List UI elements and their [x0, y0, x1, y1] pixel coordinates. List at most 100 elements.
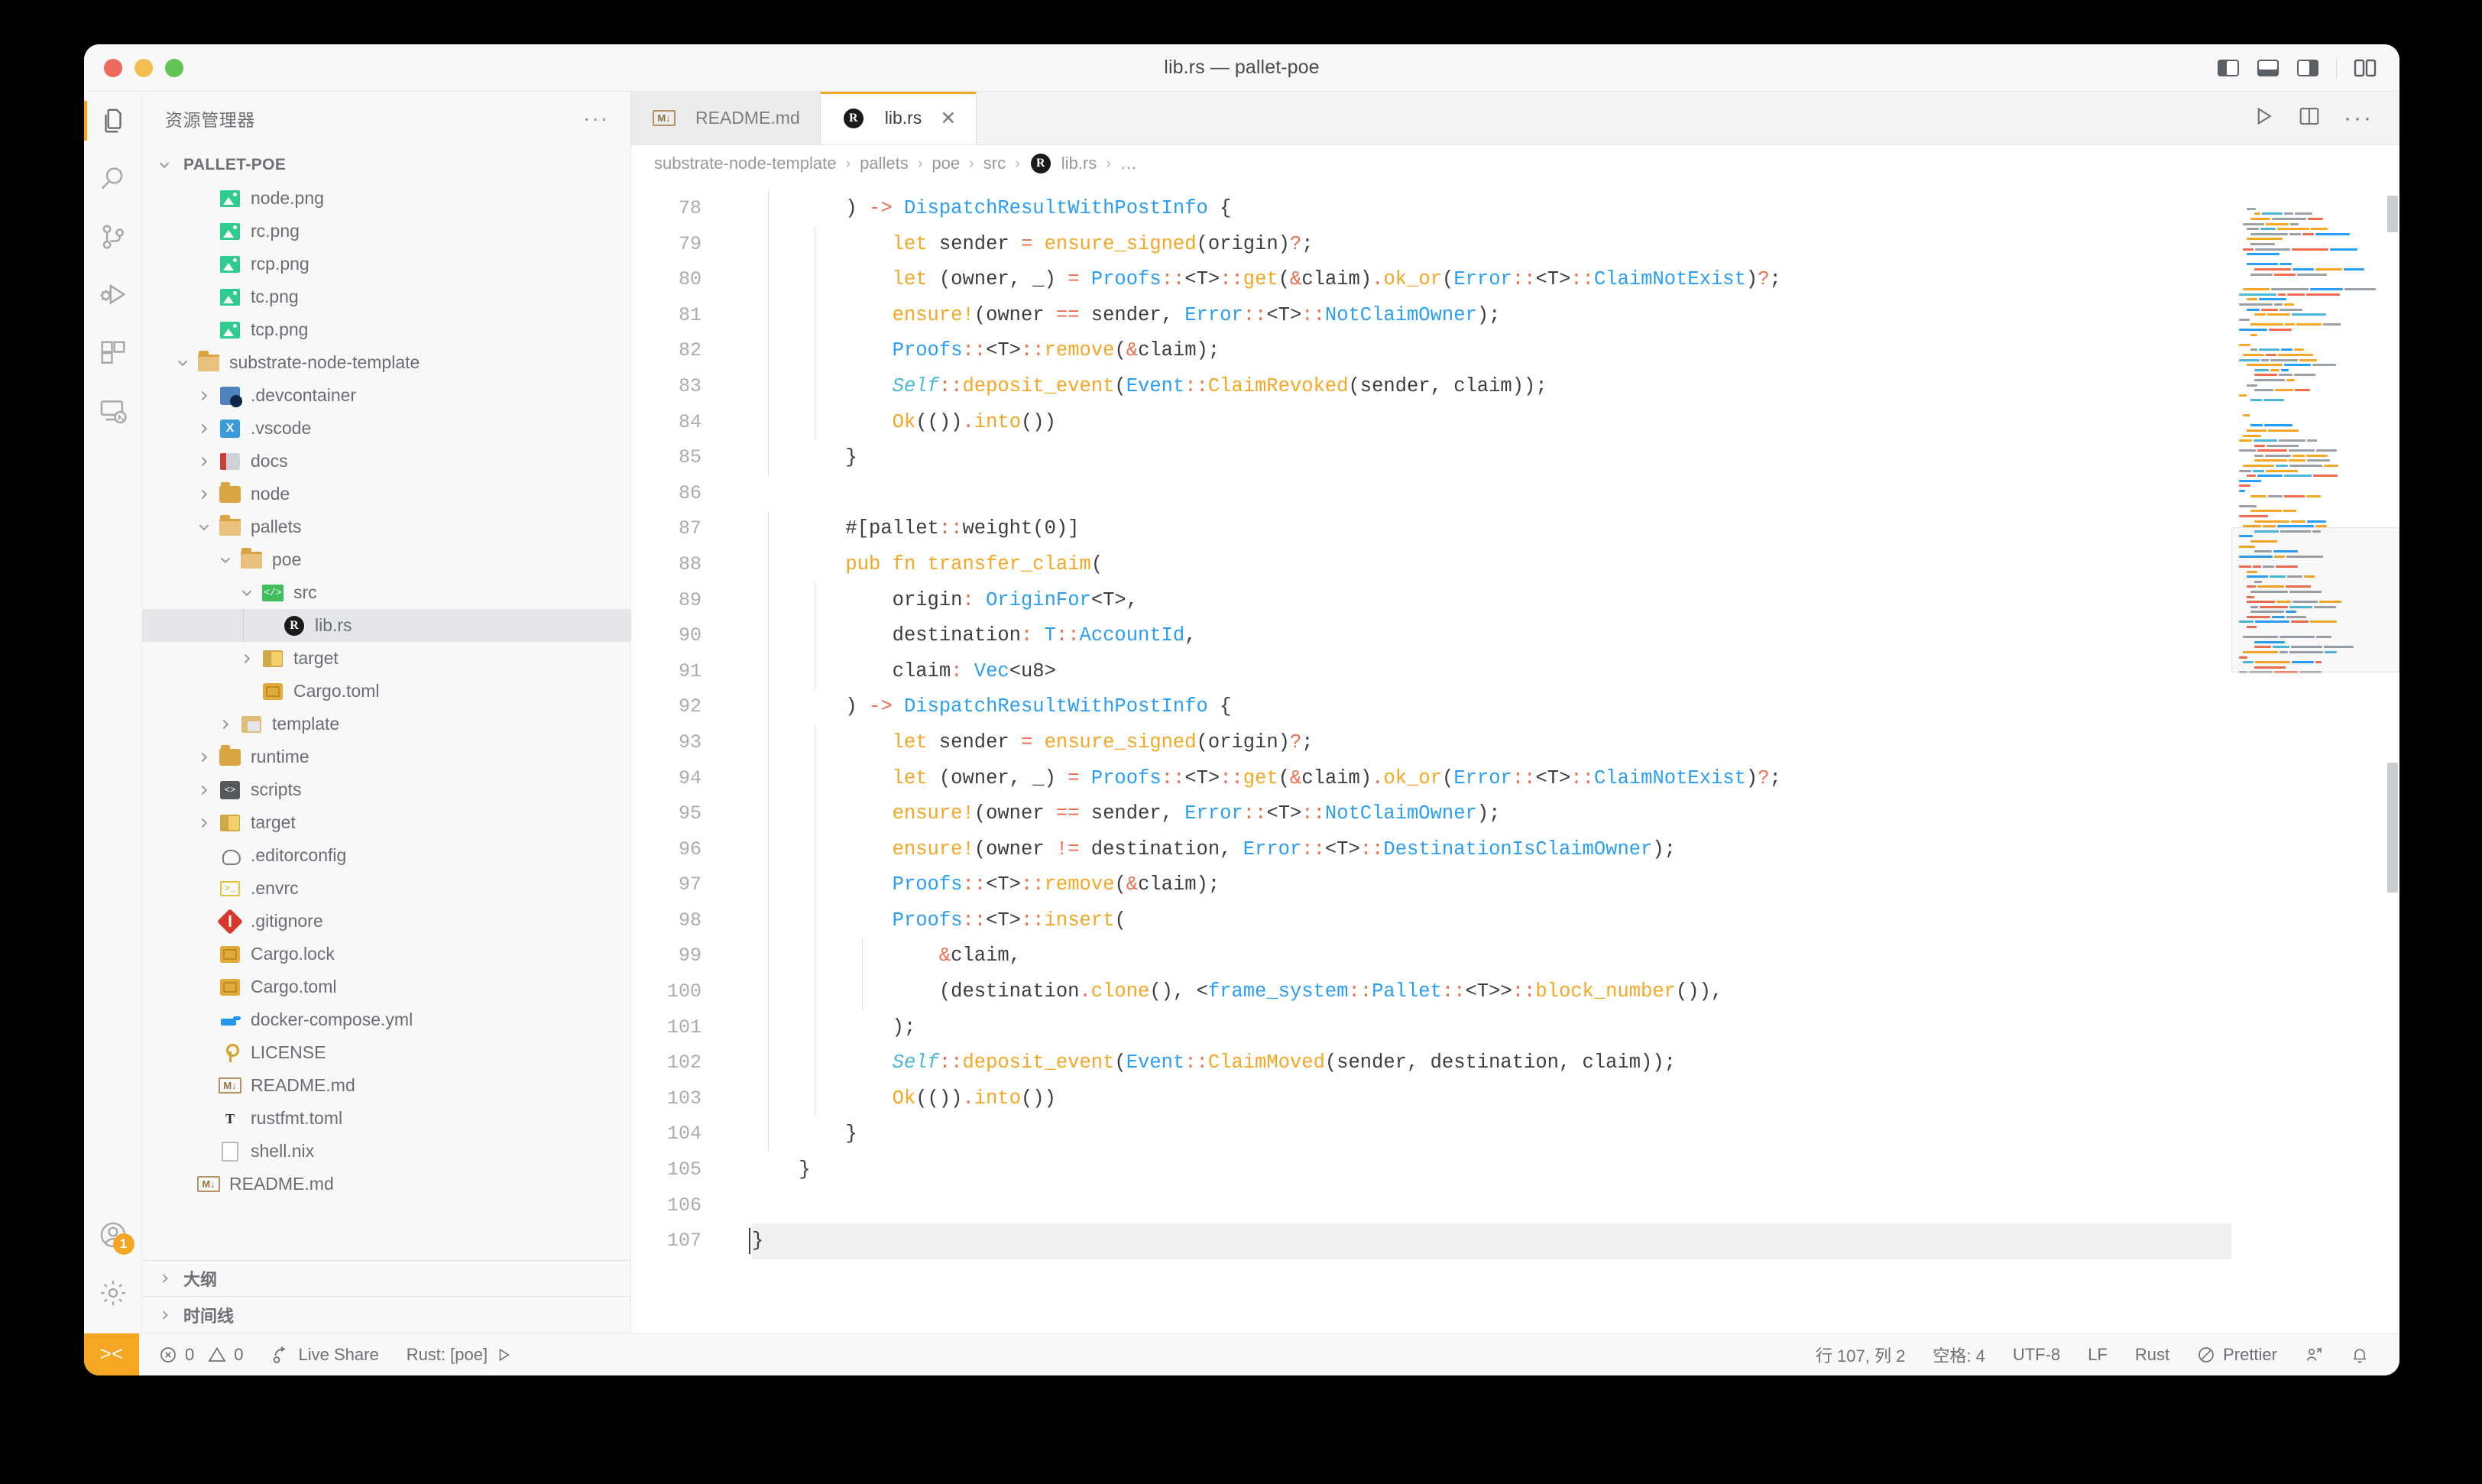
- editor-vertical-scrollbar[interactable]: [2386, 182, 2399, 1333]
- tree-file-row[interactable]: shell.nix: [142, 1135, 630, 1168]
- breadcrumb-item[interactable]: substrate-node-template: [654, 154, 836, 173]
- status-cursor-position[interactable]: 行 107, 列 2: [1802, 1333, 1919, 1376]
- status-feedback[interactable]: [2291, 1333, 2337, 1376]
- zoom-window-button[interactable]: [165, 59, 183, 77]
- code-line[interactable]: ensure!(owner == sender, Error::<T>::Not…: [752, 298, 2231, 334]
- tree-file-row[interactable]: Rlib.rs: [142, 609, 630, 642]
- status-encoding[interactable]: UTF-8: [1999, 1333, 2074, 1376]
- code-line[interactable]: #[pallet::weight(0)]: [752, 511, 2231, 547]
- chevron-down-icon[interactable]: [170, 355, 196, 371]
- toggle-secondary-sidebar-icon[interactable]: [2296, 58, 2319, 78]
- minimap-viewport-slider[interactable]: [2231, 527, 2399, 672]
- activity-item-remote-explorer[interactable]: [84, 382, 142, 440]
- ellipsis-icon[interactable]: ···: [2344, 114, 2373, 123]
- code-line[interactable]: Self::deposit_event(Event::ClaimMoved(se…: [752, 1045, 2231, 1081]
- tree-folder-row[interactable]: .vscode: [142, 412, 630, 445]
- tree-folder-row[interactable]: target: [142, 806, 630, 839]
- chevron-right-icon[interactable]: [191, 387, 217, 404]
- chevron-right-icon[interactable]: [191, 782, 217, 799]
- chevron-right-icon[interactable]: [191, 815, 217, 831]
- outline-panel-header[interactable]: 大纲: [142, 1261, 630, 1297]
- status-live-share[interactable]: Live Share: [258, 1333, 393, 1376]
- code-line[interactable]: [752, 1188, 2231, 1224]
- chevron-right-icon[interactable]: [191, 420, 217, 437]
- code-line[interactable]: claim: Vec<u8>: [752, 654, 2231, 690]
- file-tree[interactable]: PALLET-POE node.pngrc.pngrcp.pngtc.pngtc…: [142, 145, 630, 1260]
- code-line[interactable]: );: [752, 1010, 2231, 1046]
- code-line[interactable]: let (owner, _) = Proofs::<T>::get(&claim…: [752, 262, 2231, 298]
- code-line[interactable]: ) -> DispatchResultWithPostInfo {: [752, 689, 2231, 725]
- breadcrumb-item[interactable]: lib.rs: [1061, 154, 1097, 173]
- tree-file-row[interactable]: .editorconfig: [142, 839, 630, 872]
- code-line[interactable]: ensure!(owner == sender, Error::<T>::Not…: [752, 796, 2231, 832]
- tree-folder-row[interactable]: docs: [142, 445, 630, 478]
- minimap[interactable]: [2231, 182, 2399, 1333]
- code-line[interactable]: ensure!(owner != destination, Error::<T>…: [752, 832, 2231, 868]
- code-line[interactable]: [752, 476, 2231, 512]
- activity-item-accounts[interactable]: 1: [84, 1206, 142, 1264]
- status-language-mode[interactable]: Rust: [2121, 1333, 2183, 1376]
- code-line[interactable]: }: [752, 1152, 2231, 1188]
- breadcrumb-item[interactable]: src: [983, 154, 1006, 173]
- tree-file-row[interactable]: .gitignore: [142, 905, 630, 938]
- code-line[interactable]: }: [752, 440, 2231, 476]
- toggle-primary-sidebar-icon[interactable]: [2217, 58, 2240, 78]
- chevron-down-icon[interactable]: [191, 519, 217, 536]
- toggle-panel-icon[interactable]: [2257, 58, 2279, 78]
- code-line[interactable]: pub fn transfer_claim(: [752, 547, 2231, 583]
- tree-folder-row[interactable]: template: [142, 708, 630, 740]
- chevron-right-icon[interactable]: [191, 453, 217, 470]
- breadcrumb-item[interactable]: poe: [932, 154, 960, 173]
- activity-item-run-and-debug[interactable]: [84, 266, 142, 324]
- tree-file-row[interactable]: tcp.png: [142, 313, 630, 346]
- tree-file-row[interactable]: Cargo.lock: [142, 938, 630, 970]
- tree-folder-row[interactable]: .devcontainer: [142, 379, 630, 412]
- code-line[interactable]: let sender = ensure_signed(origin)?;: [752, 227, 2231, 263]
- status-problems[interactable]: 0 0: [139, 1333, 258, 1376]
- scrollbar-thumb-bottom[interactable]: [2387, 763, 2398, 893]
- code-line[interactable]: destination: T::AccountId,: [752, 618, 2231, 654]
- code-line[interactable]: let (owner, _) = Proofs::<T>::get(&claim…: [752, 761, 2231, 797]
- editor-tab[interactable]: M↓README.md: [631, 92, 821, 144]
- code-line[interactable]: }: [752, 1116, 2231, 1152]
- workspace-root-row[interactable]: PALLET-POE: [142, 148, 630, 182]
- tree-folder-row[interactable]: runtime: [142, 740, 630, 773]
- code-line[interactable]: (destination.clone(), <frame_system::Pal…: [752, 974, 2231, 1010]
- tree-file-row[interactable]: node.png: [142, 182, 630, 215]
- chevron-right-icon[interactable]: [212, 716, 238, 733]
- scrollbar-thumb-top[interactable]: [2387, 196, 2398, 232]
- tree-folder-row[interactable]: poe: [142, 543, 630, 576]
- minimize-window-button[interactable]: [134, 59, 153, 77]
- code-content[interactable]: ) -> DispatchResultWithPostInfo { let se…: [721, 182, 2231, 1333]
- tree-file-row[interactable]: rc.png: [142, 215, 630, 248]
- close-window-button[interactable]: [104, 59, 122, 77]
- code-line[interactable]: let sender = ensure_signed(origin)?;: [752, 725, 2231, 761]
- activity-item-source-control[interactable]: [84, 208, 142, 266]
- breadcrumb-item[interactable]: …: [1120, 154, 1137, 173]
- split-editor-icon[interactable]: [2298, 105, 2321, 131]
- tree-file-row[interactable]: M↓README.md: [142, 1069, 630, 1102]
- tree-file-row[interactable]: docker-compose.yml: [142, 1003, 630, 1036]
- chevron-right-icon[interactable]: [191, 486, 217, 503]
- code-line[interactable]: ) -> DispatchResultWithPostInfo {: [752, 191, 2231, 227]
- tree-file-row[interactable]: Cargo.toml: [142, 675, 630, 708]
- status-notifications[interactable]: [2337, 1333, 2383, 1376]
- tree-folder-row[interactable]: node: [142, 478, 630, 510]
- remote-indicator-button[interactable]: ><: [84, 1333, 139, 1376]
- sidebar-more-actions-icon[interactable]: ···: [583, 113, 609, 124]
- code-line[interactable]: &claim,: [752, 938, 2231, 974]
- timeline-panel-header[interactable]: 时间线: [142, 1297, 630, 1333]
- status-prettier[interactable]: Prettier: [2183, 1333, 2291, 1376]
- activity-item-search[interactable]: [84, 150, 142, 208]
- code-line[interactable]: Proofs::<T>::remove(&claim);: [752, 867, 2231, 903]
- code-line[interactable]: }: [752, 1223, 2231, 1259]
- chevron-right-icon[interactable]: [191, 749, 217, 766]
- activity-item-settings[interactable]: [84, 1264, 142, 1322]
- chevron-right-icon[interactable]: [234, 650, 260, 667]
- code-line[interactable]: Proofs::<T>::remove(&claim);: [752, 333, 2231, 369]
- tree-file-row[interactable]: Trustfmt.toml: [142, 1102, 630, 1135]
- customize-layout-icon[interactable]: [2354, 58, 2377, 78]
- tree-folder-row[interactable]: pallets: [142, 510, 630, 543]
- tree-folder-row[interactable]: <>scripts: [142, 773, 630, 806]
- play-icon[interactable]: [2252, 105, 2275, 131]
